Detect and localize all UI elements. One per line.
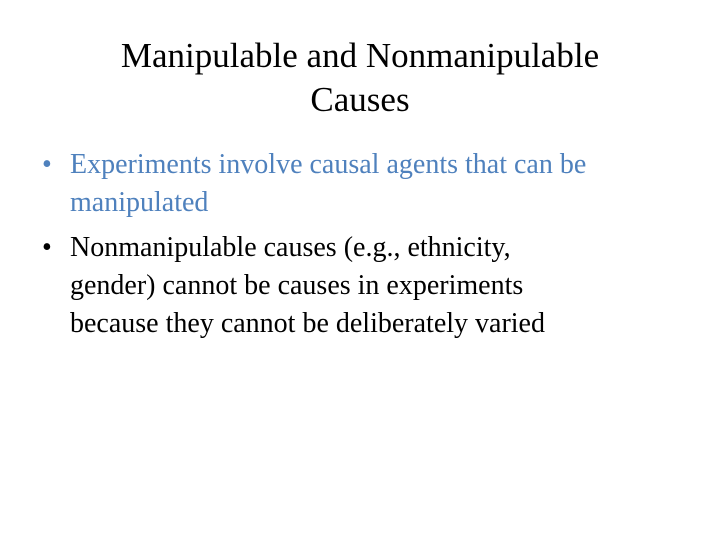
bullet-text-line: manipulated <box>70 187 209 218</box>
bullet-list: • Experiments involve causal agents that… <box>42 146 682 350</box>
bullet-text-line: Experiments involve causal agents that c… <box>70 149 587 180</box>
slide-title-line: Manipulable and Nonmanipulable <box>120 36 600 75</box>
bullet-marker: • <box>42 149 52 180</box>
slide-title: Manipulable and Nonmanipulable Causes <box>60 34 660 122</box>
bullet-item-experiments: • Experiments involve causal agents that… <box>42 146 682 222</box>
bullet-text-line: Nonmanipulable causes (e.g., ethnicity, <box>70 232 511 263</box>
bullet-marker: • <box>42 232 52 263</box>
bullet-text-line: gender) cannot be causes in experiments <box>70 270 524 301</box>
slide: Manipulable and Nonmanipulable Causes • … <box>0 0 720 540</box>
bullet-text-line: because they cannot be deliberately vari… <box>70 308 545 339</box>
bullet-item-nonmanipulable: • Nonmanipulable causes (e.g., ethnicity… <box>42 229 682 343</box>
slide-title-line: Causes <box>310 80 410 119</box>
